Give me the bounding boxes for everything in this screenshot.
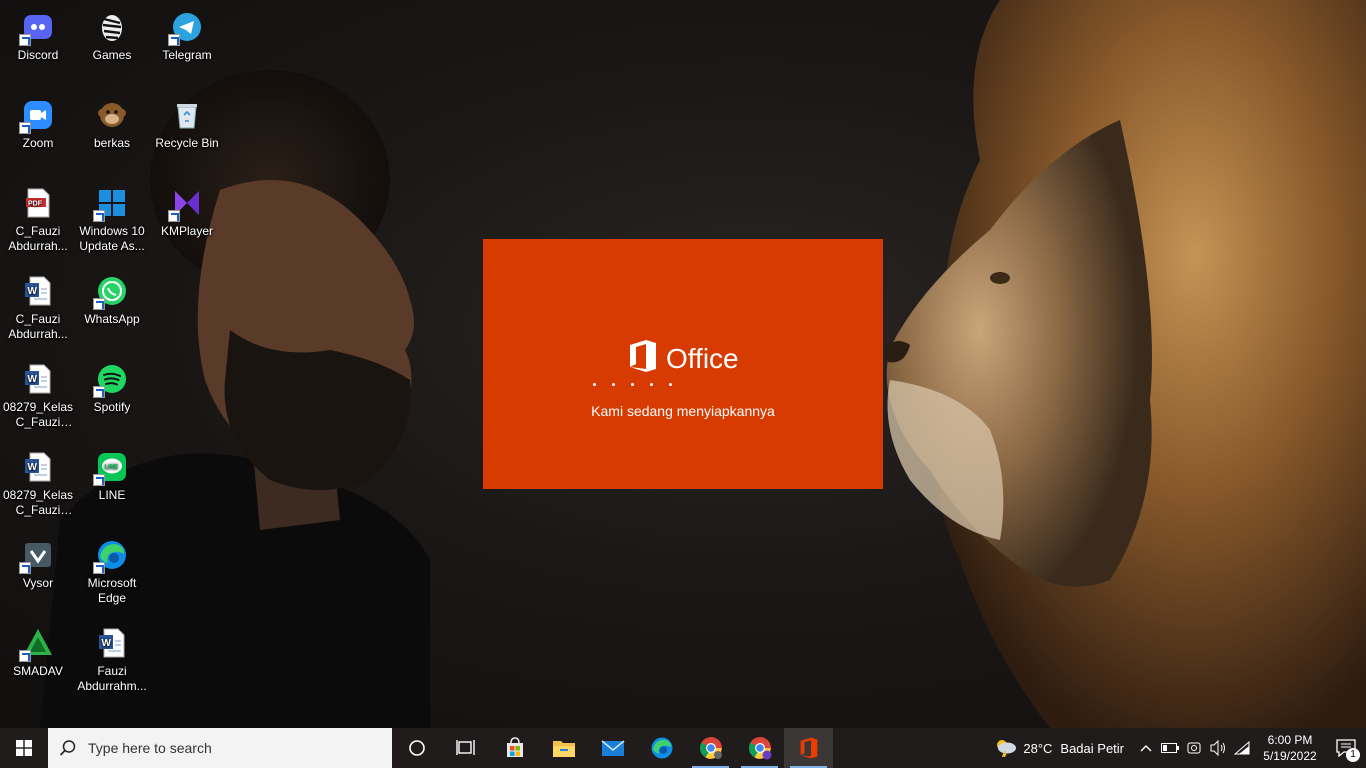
line-icon: LINE: [93, 450, 129, 486]
desktop-icon-recycle-bin[interactable]: Recycle Bin: [149, 92, 225, 178]
microsoft-store-icon: [506, 737, 523, 757]
svg-text:W: W: [28, 462, 38, 473]
camera-icon: [1187, 742, 1201, 754]
notification-count-badge: 1: [1346, 748, 1360, 762]
edge-icon: [93, 538, 129, 574]
zoom-icon: [19, 98, 55, 134]
volume-button[interactable]: [1206, 728, 1230, 768]
clock-date: 5/19/2022: [1263, 749, 1317, 763]
show-hidden-icons-button[interactable]: [1134, 728, 1158, 768]
vysor-icon: [19, 538, 55, 574]
network-button[interactable]: [1230, 728, 1254, 768]
smadav-icon: [19, 626, 55, 662]
spotify-icon: [93, 362, 129, 398]
desktop-icon-edge[interactable]: Microsoft Edge: [74, 532, 150, 618]
desktop-icon-line[interactable]: LINE LINE: [74, 444, 150, 530]
svg-text:W: W: [28, 286, 38, 297]
desktop-icon-smadav[interactable]: SMADAV: [0, 620, 76, 706]
office-icon: [800, 737, 817, 759]
word-doc-icon: W: [21, 362, 55, 396]
taskbar-chrome-profile[interactable]: [735, 728, 784, 768]
desktop-icon-telegram[interactable]: Telegram: [149, 4, 225, 90]
desktop-icon-games[interactable]: Games: [74, 4, 150, 90]
office-logo: Office: [628, 339, 739, 378]
search-icon: [48, 739, 88, 757]
office-splash-screen: Office Kami sedang menyiapkannya: [483, 239, 883, 489]
word-doc-icon: W: [21, 274, 55, 308]
chrome-icon: [699, 737, 722, 759]
windows-logo-icon: [16, 740, 32, 756]
meet-now-button[interactable]: [1182, 728, 1206, 768]
chevron-up-icon: [1140, 745, 1152, 752]
taskbar-clock[interactable]: 6:00 PM 5/19/2022: [1254, 732, 1326, 764]
whatsapp-icon: [93, 274, 129, 310]
mail-icon: [600, 740, 625, 756]
system-tray: 28°C Badai Petir 6:00 PM 5/19/2022 1: [993, 728, 1366, 768]
taskbar-file-explorer[interactable]: [539, 728, 588, 768]
taskbar-mail[interactable]: [588, 728, 637, 768]
kmplayer-icon: [168, 186, 204, 222]
desktop-icon-word-file-4[interactable]: W Fauzi Abdurrahm...: [74, 620, 150, 706]
battery-icon: [1161, 743, 1179, 753]
wifi-icon: [1234, 741, 1250, 755]
start-button[interactable]: [0, 728, 48, 768]
desktop-icon-pdf-file[interactable]: PDF C_Fauzi Abdurrah...: [0, 180, 76, 266]
taskbar-chrome[interactable]: [686, 728, 735, 768]
svg-text:LINE: LINE: [105, 465, 119, 471]
desktop-icon-berkas[interactable]: berkas: [74, 92, 150, 178]
search-placeholder: Type here to search: [88, 740, 212, 756]
office-icon: [628, 339, 658, 378]
task-view-button[interactable]: [441, 728, 490, 768]
taskbar-microsoft-store[interactable]: [490, 728, 539, 768]
desktop-icon-word-file-1[interactable]: W C_Fauzi Abdurrah...: [0, 268, 76, 354]
speaker-icon: [1210, 740, 1225, 756]
desktop-icon-whatsapp[interactable]: WhatsApp: [74, 268, 150, 354]
windows-update-icon: [93, 186, 129, 222]
discord-icon: [19, 10, 55, 46]
telegram-icon: [168, 10, 204, 46]
file-explorer-icon: [552, 741, 575, 757]
taskbar-edge[interactable]: [637, 728, 686, 768]
battery-button[interactable]: [1158, 728, 1182, 768]
svg-text:W: W: [28, 374, 38, 385]
word-doc-icon: W: [21, 450, 55, 484]
pdf-icon: PDF: [21, 186, 55, 220]
loading-dots: [593, 383, 672, 386]
thunderstorm-icon: [993, 737, 1017, 760]
office-product-name: Office: [666, 342, 739, 374]
desktop-icon-discord[interactable]: Discord: [0, 4, 76, 90]
zebra-icon: [95, 10, 129, 44]
taskbar-office[interactable]: [784, 728, 833, 768]
desktop-icon-word-file-3[interactable]: W 08279_Kelas C_Fauzi Ab...: [0, 444, 76, 530]
weather-widget[interactable]: 28°C Badai Petir: [993, 737, 1124, 760]
desktop-icon-word-file-2[interactable]: W 08279_Kelas C_Fauzi Ab...: [0, 356, 76, 442]
taskbar: Type here to search 28°C Badai Petir 6:0…: [0, 728, 1366, 768]
desktop-icon-windows-update[interactable]: Windows 10 Update As...: [74, 180, 150, 266]
monkey-icon: [95, 98, 129, 132]
svg-text:W: W: [102, 638, 112, 649]
recycle-bin-icon: [170, 98, 204, 132]
desktop-icon-vysor[interactable]: Vysor: [0, 532, 76, 618]
desktop-icon-zoom[interactable]: Zoom: [0, 92, 76, 178]
weather-temperature: 28°C: [1023, 740, 1053, 756]
cortana-icon: [408, 740, 425, 756]
splash-status-message: Kami sedang menyiapkannya: [591, 403, 775, 419]
cortana-button[interactable]: [392, 728, 441, 768]
taskbar-search-box[interactable]: Type here to search: [48, 728, 392, 768]
desktop-icon-kmplayer[interactable]: KMPlayer: [149, 180, 225, 266]
svg-text:PDF: PDF: [28, 201, 43, 208]
chrome-profile-icon: [748, 737, 771, 760]
action-center-button[interactable]: 1: [1326, 728, 1366, 768]
word-doc-icon: W: [95, 626, 129, 660]
task-view-icon: [455, 740, 475, 755]
weather-condition: Badai Petir: [1060, 740, 1124, 756]
edge-icon: [651, 737, 672, 759]
clock-time: 6:00 PM: [1267, 733, 1313, 747]
desktop-icon-spotify[interactable]: Spotify: [74, 356, 150, 442]
